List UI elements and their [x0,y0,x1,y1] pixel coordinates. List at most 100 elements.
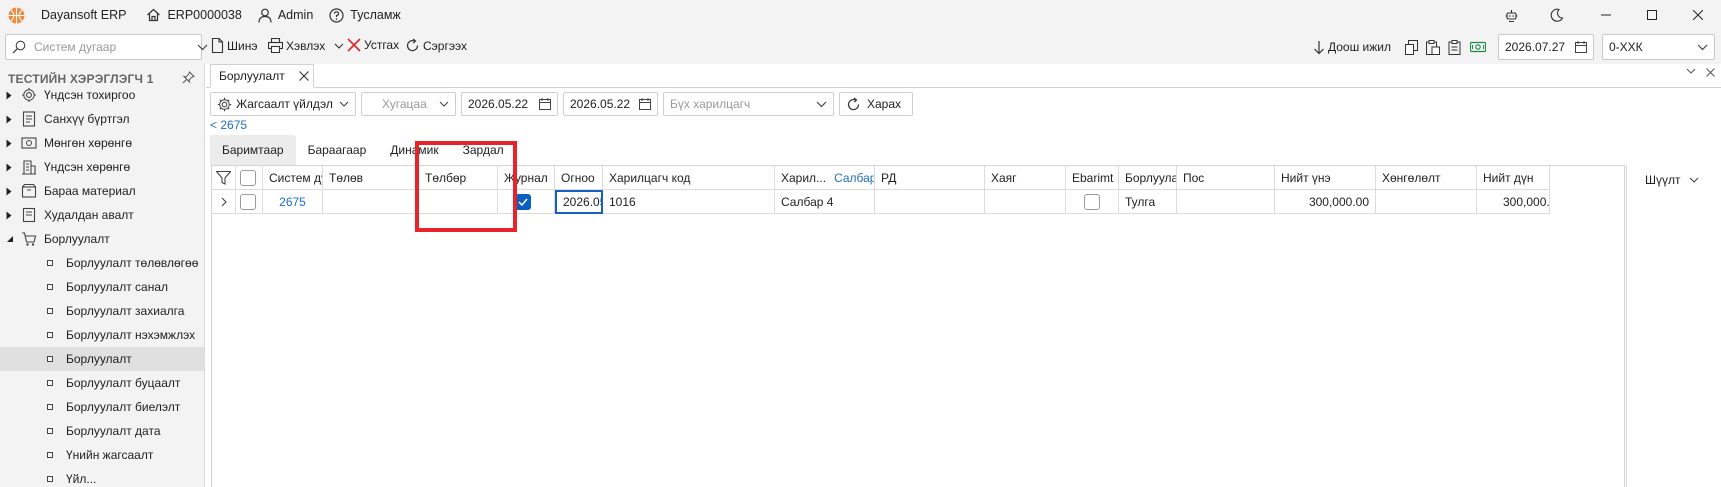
column-header[interactable]: Ebarimt [1066,166,1119,190]
date-cell[interactable]: 2026.05.22 [555,190,603,214]
column-header[interactable]: Нийт үнэ [1275,166,1376,190]
total-price-cell[interactable]: 300,000.00 [1275,190,1376,214]
row-checkbox[interactable] [240,193,256,210]
paste-icon[interactable] [1426,39,1440,55]
sidebar-subitem[interactable]: Борлуулалт төлөвлөгөө [0,251,204,275]
delete-button[interactable]: Устгах [347,38,399,52]
search-input[interactable] [34,40,189,54]
system-number-search[interactable] [5,34,208,60]
expanded-arrow-icon[interactable] [6,235,15,243]
clipboard-icon[interactable] [1448,39,1462,55]
column-header[interactable]: Төлөв [323,166,419,190]
customer-select[interactable]: Бүх харилцагч [663,92,834,116]
table-row[interactable]: 2675 2026.05.22 1016 Салбар 4 Тулга 300,000.0… [212,190,1550,214]
sidebar-subitem[interactable]: Борлуулалт [0,347,204,371]
discount-cell[interactable] [1376,190,1477,214]
sidebar-subitem[interactable]: Үнийн жагсаалт [0,443,204,467]
ebarimt-cell[interactable] [1066,190,1119,214]
sidebar-item[interactable]: Борлуулалт [0,227,204,251]
sidebar-subitem[interactable]: Борлуулалт захиалга [0,299,204,323]
system-number-cell[interactable]: 2675 [263,190,323,214]
column-header[interactable]: Хаяг [985,166,1066,190]
view-tab[interactable]: Бараагаар [296,135,379,165]
view-button[interactable]: Харах [839,92,913,116]
sidebar-subitem[interactable]: Борлуулалт биелэлт [0,395,204,419]
refresh-button[interactable]: Сэргээх [405,38,467,53]
collapsed-arrow-icon[interactable] [6,163,15,172]
column-header[interactable]: Систем дугаар [263,166,323,190]
chevron-down-icon[interactable] [197,44,208,51]
select-all-cell[interactable] [236,166,263,190]
help-button[interactable]: Тусламж [329,7,401,23]
sidebar-subitem[interactable]: Үйл... [0,467,204,487]
new-button[interactable]: Шинэ [211,38,257,53]
column-header[interactable]: Харил... Салбар... [775,166,875,190]
cash-register-icon[interactable] [1470,40,1486,54]
sidebar-subitem[interactable]: Борлуулалт буцаалт [0,371,204,395]
sidebar-subitem[interactable]: Борлуулалт нэхэмжлэх [0,323,204,347]
grid-filter-cell[interactable] [212,166,236,190]
user-button[interactable]: Admin [258,8,313,23]
collapsed-arrow-icon[interactable] [6,91,15,100]
close-window-button[interactable] [1675,0,1721,30]
column-header[interactable]: Борлуулагч [1119,166,1177,190]
sidebar-subitem[interactable]: Борлуулалт санал [0,275,204,299]
erp-code-button[interactable]: ERP0000038 [146,8,242,22]
working-date-picker[interactable]: 2026.07.27 [1498,34,1594,60]
sidebar-item[interactable]: Санхүү бүртгэл [0,107,204,131]
ebarimt-checkbox[interactable] [1084,193,1100,210]
sidebar-item[interactable]: Бараа материал [0,179,204,203]
view-tab[interactable]: Баримтаар [210,135,296,165]
maximize-button[interactable] [1629,0,1675,30]
assistant-button[interactable] [1491,0,1531,30]
chevron-down-icon[interactable] [334,43,344,49]
period-select[interactable]: Хугацаа [361,92,456,116]
column-header[interactable]: Пос [1177,166,1275,190]
pos-cell[interactable] [1177,190,1275,214]
seller-cell[interactable]: Тулга [1119,190,1177,214]
customer-cell[interactable]: Салбар 4 [775,190,875,214]
column-header[interactable]: Нийт дүн [1477,166,1550,190]
sidebar-subitem[interactable]: Борлуулалт дата [0,419,204,443]
column-header[interactable]: Харилцагч код [603,166,775,190]
branch-select[interactable]: 0-ХХК [1602,34,1715,60]
collapsed-arrow-icon[interactable] [6,187,15,196]
chevron-right-icon[interactable] [221,197,227,207]
rd-cell[interactable] [875,190,985,214]
collapsed-arrow-icon[interactable] [6,115,15,124]
close-all-icon[interactable] [1706,68,1715,77]
customer-code-cell[interactable]: 1016 [603,190,775,214]
print-button[interactable]: Хэвлэх [268,38,344,53]
status-cell[interactable] [323,190,419,214]
sidebar-item[interactable]: Үндсэн хөрөнгө [0,155,204,179]
sidebar-subitem-label: Үнийн жагсаалт [66,448,154,462]
minimize-button[interactable] [1583,0,1629,30]
filter-icon[interactable] [216,170,231,185]
column-header[interactable]: Хөнгөлөлт [1376,166,1477,190]
column-header[interactable]: РД [875,166,985,190]
document-tab-strip: Борлуулалт [206,64,1721,88]
row-select-cell[interactable] [236,190,263,214]
sidebar-item[interactable]: Мөнгөн хөрөнгө [0,131,204,155]
operation-select[interactable]: Жагсаалт үйлдэл [210,92,356,116]
drilldown-button[interactable]: Доош ижил [1313,40,1391,55]
sidebar-item[interactable]: Худалдан авалт [0,203,204,227]
sidebar-item[interactable]: Үндсэн тохиргоо [0,83,204,107]
tab-sales[interactable]: Борлуулалт [210,64,314,88]
date-to-picker[interactable]: 2026.05.22 [563,92,658,116]
chevron-down-icon[interactable] [1686,68,1696,77]
row-expander[interactable] [212,190,236,214]
total-amount-cell[interactable]: 300,000.00 [1477,190,1550,214]
column-header[interactable]: Огноо [555,166,603,190]
date-from-picker[interactable]: 2026.05.22 [461,92,558,116]
address-cell[interactable] [985,190,1066,214]
copy-icon[interactable] [1405,39,1418,55]
journal-checkbox[interactable] [515,193,531,210]
select-all-checkbox[interactable] [240,169,256,186]
back-link[interactable]: < 2675 [210,118,247,132]
collapsed-arrow-icon[interactable] [6,139,15,148]
theme-toggle-button[interactable] [1531,0,1583,30]
close-icon[interactable] [298,71,309,81]
filter-panel-toggle[interactable]: Шүүлт [1645,173,1699,187]
collapsed-arrow-icon[interactable] [6,211,15,220]
